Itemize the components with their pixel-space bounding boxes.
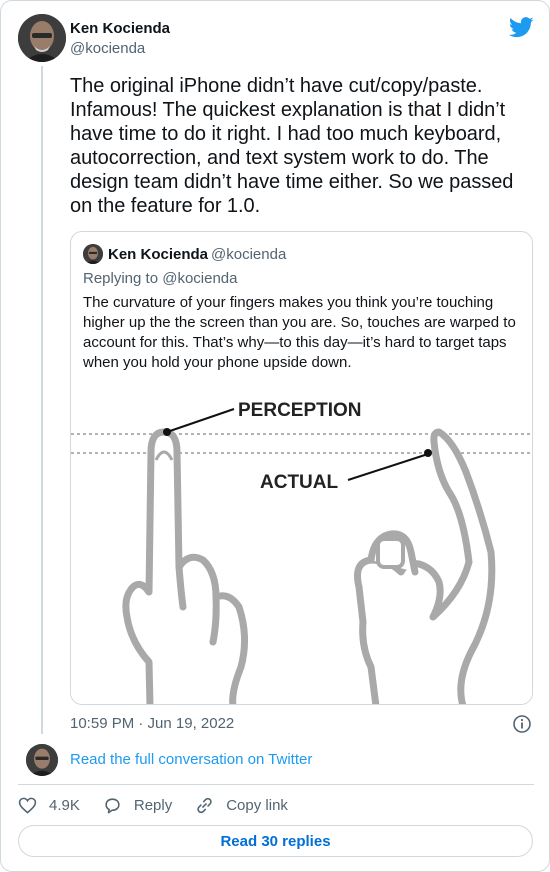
reply-button[interactable]: Reply bbox=[103, 796, 172, 815]
author-avatar[interactable] bbox=[18, 14, 66, 62]
like-button[interactable]: 4.9K bbox=[18, 796, 80, 815]
quoted-author-name: Ken Kocienda bbox=[108, 246, 209, 263]
author-handle[interactable]: @kocienda bbox=[70, 39, 170, 59]
copy-link-label: Copy link bbox=[226, 796, 288, 814]
quoted-illustration[interactable]: PERCEPTION ACTUAL bbox=[71, 392, 533, 705]
conversation-avatar[interactable] bbox=[26, 744, 58, 776]
author-block[interactable]: Ken Kocienda @kocienda bbox=[70, 20, 170, 59]
twitter-bird-icon[interactable] bbox=[509, 17, 534, 38]
reply-label: Reply bbox=[133, 796, 173, 814]
link-icon bbox=[197, 797, 212, 813]
reply-bubble-icon bbox=[105, 797, 120, 813]
actual-label: ACTUAL bbox=[260, 472, 338, 493]
like-count: 4.9K bbox=[49, 796, 80, 814]
quoted-tweet-text: The curvature of your fingers makes you … bbox=[83, 294, 516, 371]
action-bar: 4.9K Reply Copy link bbox=[18, 794, 311, 816]
right-thumbnail bbox=[376, 537, 405, 569]
info-icon[interactable] bbox=[512, 714, 532, 734]
tweet-embed-card: Ken Kocienda @kocienda The original iPho… bbox=[0, 0, 550, 872]
author-name[interactable]: Ken Kocienda bbox=[70, 20, 170, 38]
actual-dot bbox=[424, 449, 432, 457]
replying-to: Replying to @kocienda bbox=[83, 270, 238, 287]
read-full-conversation-link[interactable]: Read the full conversation on Twitter bbox=[70, 750, 312, 770]
divider bbox=[18, 784, 534, 785]
thread-line bbox=[41, 66, 43, 734]
quoted-author-avatar bbox=[83, 244, 103, 264]
read-replies-button[interactable]: Read 30 replies bbox=[18, 825, 533, 857]
quoted-tweet[interactable]: Ken Kocienda @kocienda Replying to @kocie… bbox=[70, 231, 533, 705]
perception-dot bbox=[163, 428, 171, 436]
quoted-author-line: Ken Kocienda @kocienda bbox=[108, 245, 286, 265]
quoted-author-handle: @kocienda bbox=[211, 246, 287, 263]
heart-icon bbox=[18, 797, 37, 814]
perception-label: PERCEPTION bbox=[238, 400, 362, 421]
tweet-text: The original iPhone didn’t have cut/copy… bbox=[70, 75, 514, 217]
copy-link-button[interactable]: Copy link bbox=[195, 796, 288, 815]
tweet-timestamp[interactable]: 10:59 PM · Jun 19, 2022 bbox=[70, 714, 234, 734]
